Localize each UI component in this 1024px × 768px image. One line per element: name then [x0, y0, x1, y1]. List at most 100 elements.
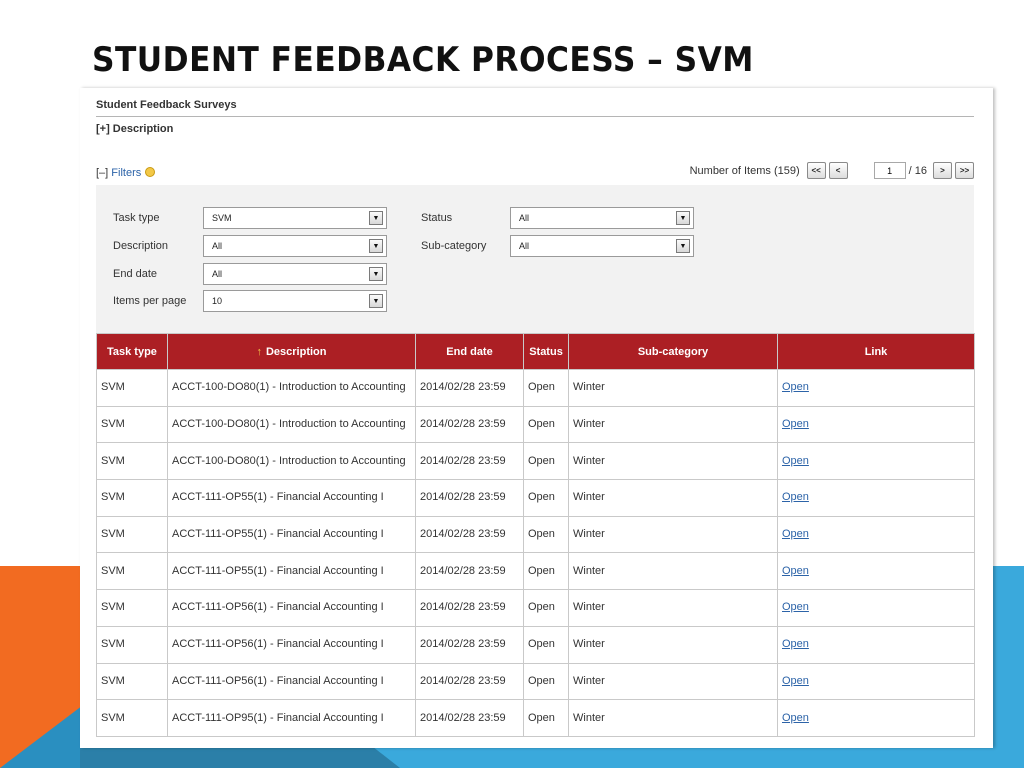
filters-toggle-prefix: [–] — [96, 167, 112, 179]
cell-description: ACCT-111-OP55(1) - Financial Accounting … — [167, 552, 416, 591]
table-row: SVM ACCT-100-DO80(1) - Introduction to A… — [96, 369, 975, 407]
column-header-task-type[interactable]: Task type — [96, 333, 168, 370]
cell-description: ACCT-111-OP55(1) - Financial Accounting … — [167, 515, 416, 554]
cell-end-date: 2014/02/28 23:59 — [415, 369, 524, 407]
cell-end-date: 2014/02/28 23:59 — [415, 699, 524, 737]
cell-status: Open — [523, 405, 569, 444]
cell-task-type: SVM — [96, 369, 168, 407]
dropdown-arrow-icon[interactable]: ▼ — [369, 211, 383, 225]
last-page-button[interactable]: >> — [955, 162, 974, 179]
cell-end-date: 2014/02/28 23:59 — [415, 405, 524, 444]
filter-panel: Task type SVM ▼ Description All ▼ End da… — [96, 185, 974, 333]
total-pages: / 16 — [908, 164, 927, 177]
cell-description: ACCT-100-DO80(1) - Introduction to Accou… — [167, 405, 416, 444]
cell-link: Open — [777, 552, 975, 591]
open-link[interactable]: Open — [782, 381, 809, 393]
slide-title: STUDENT FEEDBACK PROCESS – SVM — [92, 40, 754, 80]
cell-description: ACCT-111-OP56(1) - Financial Accounting … — [167, 625, 416, 664]
cell-end-date: 2014/02/28 23:59 — [415, 589, 524, 627]
open-link[interactable]: Open — [782, 455, 809, 467]
table-row: SVM ACCT-111-OP55(1) - Financial Account… — [96, 515, 975, 554]
description-value: All — [212, 241, 223, 251]
open-link[interactable]: Open — [782, 418, 809, 430]
cell-status: Open — [523, 662, 569, 701]
filters-toggle-label[interactable]: Filters — [111, 167, 141, 179]
next-page-button[interactable]: > — [933, 162, 952, 179]
cell-task-type: SVM — [96, 625, 168, 664]
cell-link: Open — [777, 662, 975, 701]
status-select[interactable]: All ▼ — [510, 207, 694, 229]
table-row: SVM ACCT-100-DO80(1) - Introduction to A… — [96, 442, 975, 481]
decorative-dark-band — [80, 748, 400, 768]
cell-description: ACCT-100-DO80(1) - Introduction to Accou… — [167, 369, 416, 407]
cell-end-date: 2014/02/28 23:59 — [415, 625, 524, 664]
cell-link: Open — [777, 442, 975, 481]
column-header-description[interactable]: ↑ Description — [167, 333, 416, 370]
description-select[interactable]: All ▼ — [203, 235, 387, 257]
prev-page-button[interactable]: < — [828, 162, 848, 179]
dropdown-arrow-icon[interactable]: ▼ — [676, 239, 690, 253]
filters-toggle[interactable]: [–] Filters — [96, 167, 156, 179]
cell-task-type: SVM — [96, 662, 168, 701]
status-label: Status — [421, 212, 453, 224]
description-toggle[interactable]: [+] Description — [96, 123, 173, 135]
dropdown-arrow-icon[interactable]: ▼ — [676, 211, 690, 225]
sub-category-select[interactable]: All ▼ — [510, 235, 694, 257]
cell-task-type: SVM — [96, 552, 168, 591]
column-header-end-date[interactable]: End date — [415, 333, 524, 370]
column-header-link[interactable]: Link — [777, 333, 975, 370]
section-title: Student Feedback Surveys — [96, 99, 237, 111]
table-row: SVM ACCT-111-OP56(1) - Financial Account… — [96, 662, 975, 701]
end-date-select[interactable]: All ▼ — [203, 263, 387, 285]
cell-sub-category: Winter — [568, 662, 778, 701]
column-header-status[interactable]: Status — [523, 333, 569, 370]
cell-end-date: 2014/02/28 23:59 — [415, 662, 524, 701]
cell-task-type: SVM — [96, 589, 168, 627]
end-date-label: End date — [113, 268, 158, 280]
table-header-row: Task type ↑ Description End date Status S… — [96, 333, 975, 370]
cell-sub-category: Winter — [568, 442, 778, 481]
cell-end-date: 2014/02/28 23:59 — [415, 442, 524, 481]
open-link[interactable]: Open — [782, 601, 809, 613]
cell-task-type: SVM — [96, 405, 168, 444]
cell-sub-category: Winter — [568, 699, 778, 737]
table-row: SVM ACCT-100-DO80(1) - Introduction to A… — [96, 405, 975, 444]
table-row: SVM ACCT-111-OP95(1) - Financial Account… — [96, 699, 975, 737]
cell-sub-category: Winter — [568, 515, 778, 554]
dropdown-arrow-icon[interactable]: ▼ — [369, 267, 383, 281]
sub-category-value: All — [519, 241, 530, 251]
cell-end-date: 2014/02/28 23:59 — [415, 479, 524, 517]
task-type-value: SVM — [212, 213, 232, 223]
cell-sub-category: Winter — [568, 479, 778, 517]
first-page-button[interactable]: << — [806, 162, 826, 179]
page-number-input[interactable] — [873, 162, 906, 179]
cell-description: ACCT-111-OP95(1) - Financial Accounting … — [167, 699, 416, 737]
items-per-page-label: Items per page — [113, 295, 187, 307]
app-screenshot: Student Feedback Surveys [+] Description… — [80, 88, 993, 748]
dropdown-arrow-icon[interactable]: ▼ — [369, 294, 383, 308]
cell-task-type: SVM — [96, 699, 168, 737]
column-header-description-label: Description — [265, 345, 327, 358]
help-icon[interactable] — [145, 167, 156, 177]
end-date-value: All — [212, 269, 223, 279]
sub-category-label: Sub-category — [421, 240, 487, 252]
section-divider — [96, 116, 974, 117]
cell-end-date: 2014/02/28 23:59 — [415, 515, 524, 554]
cell-link: Open — [777, 369, 975, 407]
open-link[interactable]: Open — [782, 528, 809, 540]
cell-status: Open — [523, 479, 569, 517]
cell-task-type: SVM — [96, 515, 168, 554]
dropdown-arrow-icon[interactable]: ▼ — [369, 239, 383, 253]
items-per-page-select[interactable]: 10 ▼ — [203, 290, 387, 312]
open-link[interactable]: Open — [782, 638, 809, 650]
column-header-sub-category[interactable]: Sub-category — [568, 333, 778, 370]
cell-status: Open — [523, 699, 569, 737]
table-row: SVM ACCT-111-OP55(1) - Financial Account… — [96, 479, 975, 517]
open-link[interactable]: Open — [782, 712, 809, 724]
open-link[interactable]: Open — [782, 675, 809, 687]
task-type-select[interactable]: SVM ▼ — [203, 207, 387, 229]
open-link[interactable]: Open — [782, 565, 809, 577]
open-link[interactable]: Open — [782, 491, 809, 503]
cell-status: Open — [523, 552, 569, 591]
items-count: Number of Items (159) — [689, 164, 800, 177]
